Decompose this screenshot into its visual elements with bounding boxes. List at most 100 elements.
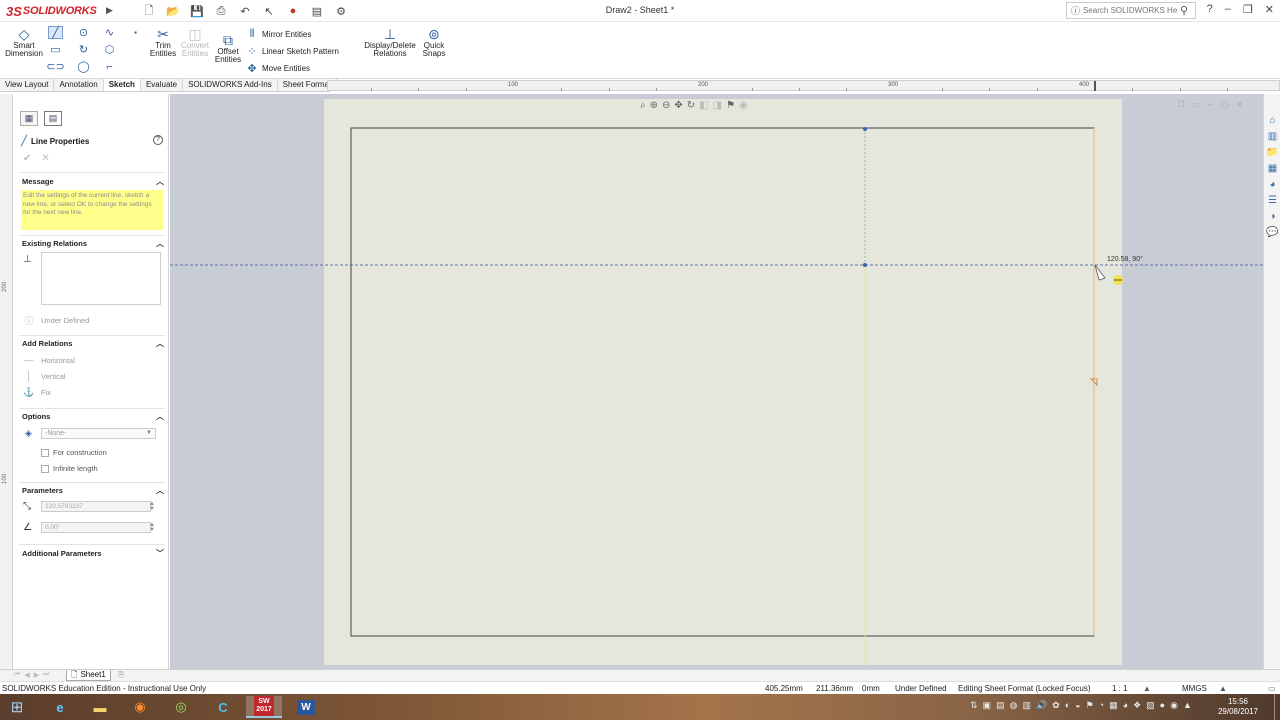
- scale-up-icon[interactable]: ▲: [1143, 684, 1151, 693]
- section-view-icon[interactable]: ◧: [699, 100, 708, 111]
- existing-relations-list[interactable]: [41, 252, 161, 305]
- mirror-entities-button[interactable]: ⫴ Mirror Entities: [246, 28, 312, 41]
- rotate-icon[interactable]: ↻: [687, 100, 695, 111]
- tab-evaluate[interactable]: Evaluate: [141, 79, 184, 91]
- search-icon[interactable]: ⚲: [1180, 4, 1188, 17]
- expand-chevron-icon[interactable]: ﹀: [156, 548, 164, 559]
- infinite-length-checkbox[interactable]: [41, 464, 49, 473]
- save-icon[interactable]: 💾: [186, 3, 208, 19]
- tray-app-icon[interactable]: ●: [1160, 700, 1165, 711]
- zoom-to-fit-icon[interactable]: ⌕: [640, 100, 646, 111]
- relation-horizontal[interactable]: — Horizontal: [23, 355, 75, 365]
- forum-icon[interactable]: 💬: [1266, 226, 1279, 239]
- collapse-chevron-icon[interactable]: ︿: [156, 176, 164, 187]
- ok-check-icon[interactable]: ✔: [23, 153, 31, 164]
- custom-properties-icon[interactable]: ☰: [1266, 194, 1279, 207]
- spline-tool[interactable]: ∿: [102, 26, 117, 39]
- firefox-icon[interactable]: ◉: [122, 696, 158, 718]
- viewport-tile-icon[interactable]: ▭: [1193, 100, 1201, 109]
- tray-app-icon[interactable]: ✿: [1052, 700, 1060, 711]
- viewport-restore-icon[interactable]: ❐: [1178, 100, 1185, 109]
- zoom-previous-icon[interactable]: ⊖: [662, 100, 670, 111]
- polygon-tool[interactable]: ⬡: [102, 43, 117, 56]
- viewport-maximize-icon[interactable]: ▢: [1221, 100, 1229, 109]
- additional-parameters-section-header[interactable]: Additional Parameters ﹀: [22, 547, 164, 559]
- units-up-icon[interactable]: ▲: [1219, 684, 1227, 693]
- collapse-chevron-icon[interactable]: ︿: [156, 238, 164, 249]
- point-tool[interactable]: ▪: [128, 26, 143, 39]
- tray-app-icon[interactable]: ◐: [1065, 700, 1070, 711]
- tray-app-icon[interactable]: ▥: [1022, 700, 1031, 711]
- design-library-icon[interactable]: 📁: [1266, 146, 1279, 159]
- view-palette-icon[interactable]: ◑: [1266, 210, 1279, 223]
- chrome-icon[interactable]: ◎: [163, 696, 199, 718]
- viewport-minimize-icon[interactable]: –: [1208, 100, 1212, 109]
- display-delete-relations-button[interactable]: ⊥ Display/Delete Relations: [364, 26, 416, 58]
- help-icon[interactable]: ?: [153, 135, 163, 145]
- options-icon[interactable]: ⚙: [330, 3, 352, 19]
- first-sheet-icon[interactable]: ⏮: [14, 671, 20, 679]
- collapse-chevron-icon[interactable]: ︿: [156, 485, 164, 496]
- tray-app-icon[interactable]: ⚑: [1086, 700, 1094, 711]
- sketch-point[interactable]: [863, 127, 867, 131]
- convert-entities-button[interactable]: ◫ Convert Entities: [180, 26, 210, 58]
- tray-expand-icon[interactable]: ▲: [1183, 700, 1192, 711]
- appearances-icon[interactable]: ◕: [1266, 178, 1279, 191]
- for-construction-checkbox[interactable]: [41, 448, 49, 457]
- search-input[interactable]: [1083, 6, 1178, 15]
- tray-app-icon[interactable]: ▧: [1146, 700, 1155, 711]
- hide-show-icon[interactable]: ⚑: [726, 100, 735, 111]
- word-icon[interactable]: W: [288, 696, 324, 718]
- tray-network-icon[interactable]: ⇅: [970, 700, 978, 711]
- angle-input[interactable]: 0.00°: [41, 522, 151, 533]
- linear-sketch-pattern-button[interactable]: ⁘ Linear Sketch Pattern: [246, 45, 339, 58]
- options-dropdown[interactable]: -None- ▼: [41, 428, 156, 439]
- length-spinner-icon[interactable]: ▲ ▼: [149, 501, 155, 512]
- undo-icon[interactable]: ↶: [234, 3, 256, 19]
- relation-fix[interactable]: ⚓ Fix: [23, 387, 51, 398]
- tab-solidworks-add-ins[interactable]: SOLIDWORKS Add-Ins: [183, 79, 278, 91]
- tray-app-icon[interactable]: ◒: [1075, 700, 1080, 711]
- sheet-tab-sheet1[interactable]: 🗋 Sheet1: [66, 670, 111, 681]
- show-desktop-button[interactable]: [1274, 694, 1280, 720]
- rectangle-tool[interactable]: ▭: [48, 43, 63, 56]
- minimize-icon[interactable]: –: [1225, 3, 1231, 16]
- ellipse-tool[interactable]: ◯: [76, 60, 91, 73]
- tray-app-icon[interactable]: ❖: [1133, 700, 1141, 711]
- tray-volume-icon[interactable]: 🔊: [1036, 700, 1047, 711]
- parameters-section-header[interactable]: Parameters ︿: [22, 484, 164, 496]
- infinite-length-option[interactable]: Infinite length: [41, 464, 98, 473]
- add-relations-section-header[interactable]: Add Relations ︿: [22, 337, 164, 349]
- open-icon[interactable]: 📂: [162, 3, 184, 19]
- unit-system[interactable]: MMGS: [1182, 684, 1207, 693]
- taskbar-clock[interactable]: 15:56 29/08/2017: [1218, 697, 1258, 717]
- tray-app-icon[interactable]: ◉: [1170, 700, 1178, 711]
- scene-icon[interactable]: ◉: [739, 100, 748, 111]
- ccleaner-icon[interactable]: C: [205, 696, 241, 718]
- rebuild-icon[interactable]: ●: [282, 3, 304, 19]
- help-icon[interactable]: ?: [1207, 3, 1213, 16]
- tab-sketch[interactable]: Sketch: [103, 79, 141, 91]
- tray-app-icon[interactable]: ◍: [1010, 700, 1018, 711]
- length-input[interactable]: 120.5783237: [41, 501, 151, 512]
- windows-start-icon[interactable]: ⊞: [4, 696, 30, 718]
- collapse-chevron-icon[interactable]: ︿: [156, 411, 164, 422]
- arc-tool[interactable]: ↻: [76, 43, 91, 56]
- tray-app-icon[interactable]: ◔: [1099, 700, 1104, 711]
- menu-expand-icon[interactable]: ▶: [106, 5, 113, 16]
- close-icon[interactable]: ✕: [1265, 3, 1274, 16]
- move-entities-button[interactable]: ✥ Move Entities: [246, 62, 310, 75]
- home-icon[interactable]: ⌂: [1266, 114, 1279, 127]
- tray-app-icon[interactable]: ▦: [1109, 700, 1118, 711]
- cancel-x-icon[interactable]: ✕: [41, 153, 49, 164]
- angle-spinner-icon[interactable]: ▲ ▼: [149, 522, 155, 533]
- last-sheet-icon[interactable]: ⏭: [43, 671, 49, 679]
- tab-view-layout[interactable]: View Layout: [0, 79, 55, 91]
- help-search[interactable]: ⓘ ⚲: [1066, 2, 1196, 19]
- file-explorer-icon[interactable]: ▬: [82, 696, 118, 718]
- restore-icon[interactable]: ❐: [1243, 3, 1253, 16]
- relation-vertical[interactable]: │ Vertical: [23, 371, 65, 381]
- add-sheet-icon[interactable]: ⎘: [118, 670, 124, 680]
- next-sheet-icon[interactable]: ▶: [34, 671, 39, 679]
- line-tool[interactable]: ╱: [48, 26, 63, 39]
